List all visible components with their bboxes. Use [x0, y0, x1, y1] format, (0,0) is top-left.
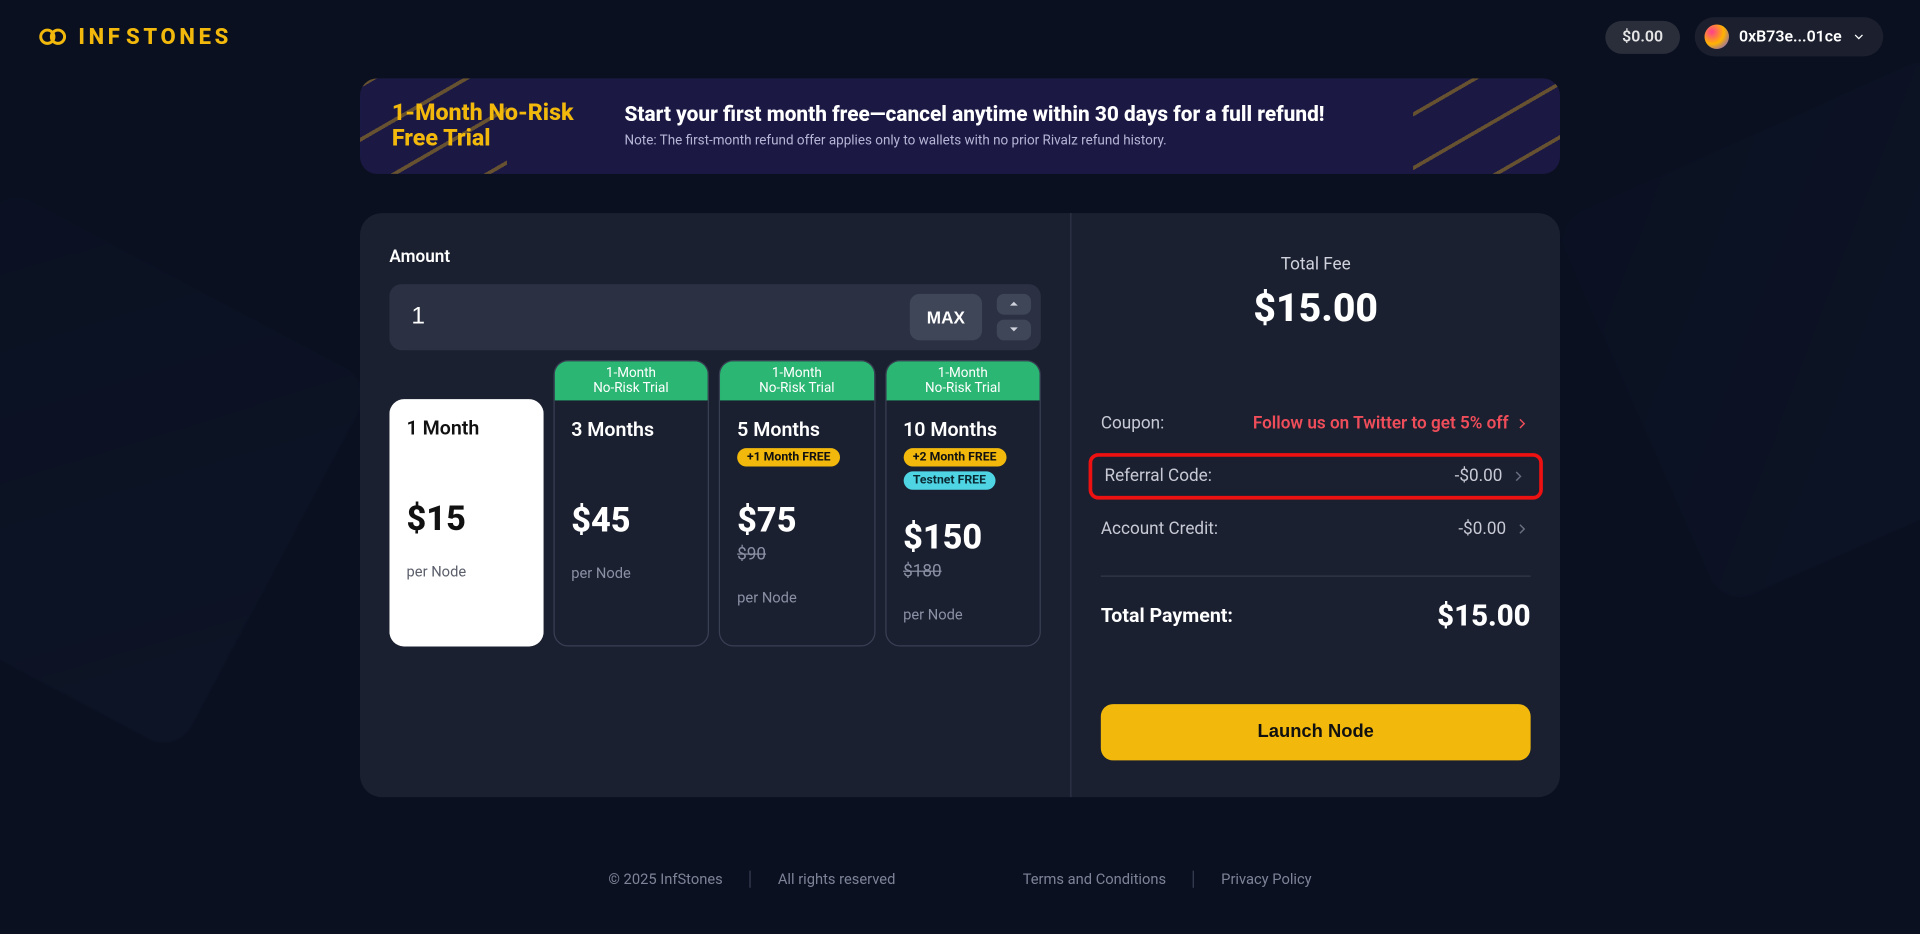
- coupon-link[interactable]: Follow us on Twitter to get 5% off: [1253, 414, 1531, 434]
- trial-line2: No-Risk Trial: [886, 381, 1040, 396]
- plan-price: $45: [571, 500, 690, 540]
- plan-per: per Node: [407, 563, 526, 580]
- footer: © 2025 InfStones All rights reserved Ter…: [360, 870, 1560, 887]
- amount-input-row: MAX: [389, 284, 1040, 350]
- footer-terms-link[interactable]: Terms and Conditions: [1023, 870, 1166, 887]
- credit-value: -$0.00: [1458, 519, 1506, 539]
- plan-price: $15: [407, 498, 526, 538]
- bonus-teal: Testnet FREE: [903, 471, 996, 489]
- credit-row[interactable]: Account Credit: -$0.00: [1101, 504, 1531, 553]
- plan-title: 1 Month: [407, 416, 526, 439]
- header: INF STONES $0.00 0xB73e...01ce: [0, 0, 1920, 73]
- amount-input[interactable]: [411, 303, 897, 331]
- divider: [1101, 575, 1531, 576]
- plan-per: per Node: [903, 606, 1022, 623]
- plan-1-month[interactable]: 1 Month $15 per Node: [389, 360, 543, 647]
- coupon-link-text: Follow us on Twitter to get 5% off: [1253, 414, 1509, 434]
- credit-label: Account Credit:: [1101, 519, 1218, 539]
- balance-pill[interactable]: $0.00: [1605, 20, 1680, 53]
- plan-per: per Node: [571, 564, 690, 581]
- plan-title: 3 Months: [571, 418, 690, 441]
- bonus-yellow: +2 Month FREE: [903, 448, 1006, 466]
- promo-banner: 1-Month No-Risk Free Trial Start your fi…: [360, 78, 1560, 173]
- banner-headline: Start your first month free—cancel anyti…: [624, 103, 1324, 127]
- plan-list: 1 Month $15 per Node 1-Month No-Risk Tri…: [389, 360, 1040, 647]
- plan-3-months[interactable]: 1-Month No-Risk Trial 3 Months $45 per N…: [553, 360, 709, 647]
- trial-line1: 1-Month: [720, 366, 874, 381]
- caret-up-icon: [1009, 299, 1019, 309]
- total-label: Total Payment:: [1101, 604, 1233, 627]
- plan-strike: $90: [737, 545, 856, 565]
- plan-strike: $180: [903, 562, 1022, 582]
- total-amount: $15.00: [1437, 599, 1530, 633]
- plan-price: $75: [737, 500, 856, 540]
- banner-title-1: 1-Month No-Risk: [392, 100, 588, 126]
- amount-step-up[interactable]: [997, 294, 1031, 315]
- max-button[interactable]: MAX: [910, 294, 982, 341]
- pricing-card: Amount MAX: [360, 213, 1560, 797]
- banner-note: Note: The first-month refund offer appli…: [624, 133, 1324, 149]
- referral-row[interactable]: Referral Code: -$0.00: [1089, 453, 1543, 500]
- trial-line1: 1-Month: [554, 366, 708, 381]
- footer-privacy-link[interactable]: Privacy Policy: [1221, 870, 1311, 887]
- coupon-row[interactable]: Coupon: Follow us on Twitter to get 5% o…: [1101, 399, 1531, 448]
- total-payment-row: Total Payment: $15.00: [1101, 599, 1531, 633]
- total-fee-label: Total Fee: [1101, 254, 1531, 274]
- trial-line1: 1-Month: [886, 366, 1040, 381]
- footer-rights: All rights reserved: [778, 870, 896, 887]
- total-fee-amount: $15.00: [1101, 284, 1531, 331]
- wallet-pill[interactable]: 0xB73e...01ce: [1695, 17, 1883, 56]
- amount-label: Amount: [389, 247, 1040, 267]
- plan-10-months[interactable]: 1-Month No-Risk Trial 10 Months +2 Month…: [885, 360, 1041, 647]
- brand-icon: [37, 21, 69, 53]
- plan-title: 10 Months: [903, 418, 1022, 441]
- plan-per: per Node: [737, 589, 856, 606]
- plan-5-months[interactable]: 1-Month No-Risk Trial 5 Months +1 Month …: [719, 360, 875, 647]
- brand-text-stones: STONES: [126, 24, 232, 50]
- chevron-down-icon: [1851, 29, 1866, 44]
- plan-price: $150: [903, 517, 1022, 557]
- amount-step-down[interactable]: [997, 319, 1031, 340]
- launch-node-button[interactable]: Launch Node: [1101, 704, 1531, 760]
- wallet-avatar-icon: [1705, 24, 1729, 48]
- caret-down-icon: [1009, 325, 1019, 335]
- referral-label: Referral Code:: [1104, 466, 1211, 486]
- footer-copyright: © 2025 InfStones: [608, 870, 722, 887]
- trial-line2: No-Risk Trial: [720, 381, 874, 396]
- brand-logo[interactable]: INF STONES: [37, 21, 232, 53]
- chevron-right-icon: [1513, 520, 1530, 537]
- bonus-yellow: +1 Month FREE: [737, 448, 840, 466]
- banner-title-2: Free Trial: [392, 126, 588, 152]
- brand-text-inf: INF: [78, 24, 123, 50]
- wallet-address: 0xB73e...01ce: [1739, 28, 1842, 46]
- referral-value: -$0.00: [1455, 466, 1503, 486]
- chevron-right-icon: [1513, 415, 1530, 432]
- coupon-label: Coupon:: [1101, 414, 1164, 434]
- chevron-right-icon: [1510, 467, 1527, 484]
- plan-title: 5 Months: [737, 418, 856, 441]
- trial-line2: No-Risk Trial: [554, 381, 708, 396]
